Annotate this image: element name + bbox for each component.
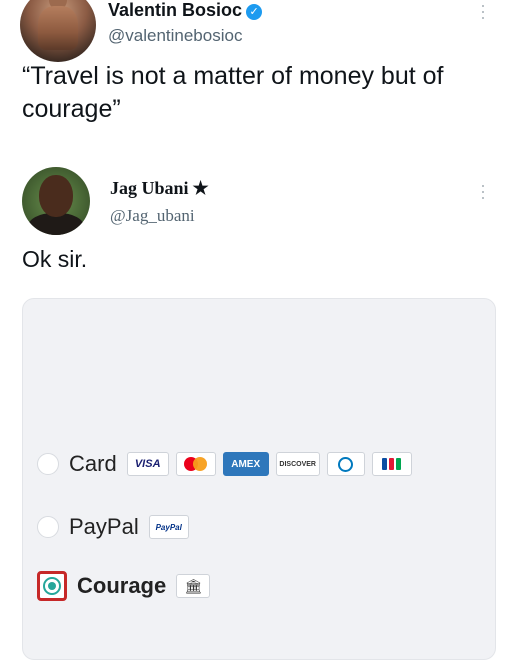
reply-author-avatar[interactable] [22, 167, 90, 235]
mastercard-logo-icon [175, 452, 216, 476]
verified-badge-icon: ✓ [246, 4, 263, 20]
courage-radio-selected[interactable] [37, 571, 67, 601]
payment-option-courage[interactable]: Courage 🏛 [37, 571, 217, 601]
paypal-logo-icon: PayPal [148, 515, 189, 539]
author-name[interactable]: Valentin Bosioc ✓ [108, 0, 263, 21]
jcb-logo-icon [371, 452, 412, 476]
amex-logo-icon: AMEX [222, 452, 269, 476]
payment-method-panel: Card VISA AMEX DISCOVER PayPal PayPal Co… [22, 298, 496, 660]
more-options-icon[interactable]: · · · [480, 0, 486, 26]
bank-icon: 🏛 [176, 574, 211, 598]
star-icon: ★ [192, 178, 209, 198]
reply-author-name[interactable]: Jag Ubani ★ [110, 178, 209, 199]
paypal-radio[interactable] [37, 516, 59, 538]
tweet-reply: Jag Ubani ★ @Jag_ubani · · · Ok sir. [0, 160, 516, 290]
reply-text: Ok sir. [22, 246, 88, 272]
more-options-icon[interactable]: · · · [480, 176, 486, 206]
visa-logo-icon: VISA [126, 452, 169, 476]
tweet-text: “Travel is not a matter of money but of … [22, 62, 444, 123]
courage-label[interactable]: Courage [77, 573, 166, 599]
tweet-original: Valentin Bosioc ✓ @valentinebosioc · · · “T… [0, 0, 516, 160]
card-label[interactable]: Card [69, 451, 117, 477]
paypal-label[interactable]: PayPal [69, 514, 139, 540]
discover-logo-icon: DISCOVER [275, 452, 320, 476]
author-avatar[interactable] [20, 0, 96, 62]
card-radio[interactable] [37, 453, 59, 475]
author-handle[interactable]: @valentinebosioc [108, 26, 242, 46]
payment-option-card[interactable]: Card VISA AMEX DISCOVER [37, 449, 419, 479]
reply-author-handle[interactable]: @Jag_ubani [110, 206, 195, 226]
diners-club-logo-icon [326, 452, 365, 476]
payment-option-paypal[interactable]: PayPal PayPal [37, 512, 196, 542]
